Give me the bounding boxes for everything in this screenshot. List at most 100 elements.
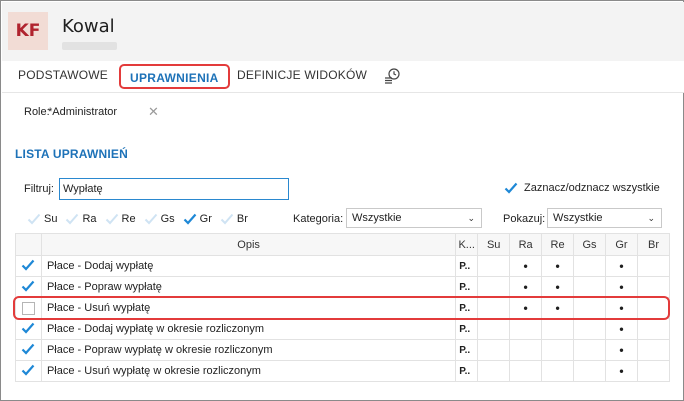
row-k: P..: [455, 276, 479, 298]
cell-ra: [509, 360, 543, 382]
checkmark-icon: [66, 213, 79, 225]
perm-toggle-gr[interactable]: Gr: [183, 212, 212, 226]
row-checkbox[interactable]: [15, 297, 42, 319]
cell-su: [477, 318, 511, 340]
user-name: Kowal: [62, 16, 115, 37]
user-subtitle-placeholder: [62, 42, 117, 50]
cell-re: [541, 360, 575, 382]
checkmark-icon: [105, 213, 118, 225]
avatar: KF: [8, 12, 48, 50]
show-value: Wszystkie: [553, 212, 603, 224]
checkmark-icon: [22, 343, 35, 355]
table-header: Opis K... Su Ra Re Gs Gr Br: [15, 233, 671, 256]
header-opis[interactable]: Opis: [40, 233, 457, 256]
category-select[interactable]: Wszystkie ⌄: [346, 208, 482, 228]
perm-toggle-br[interactable]: Br: [220, 212, 248, 226]
cell-ra: [509, 339, 543, 361]
cell-re: [541, 318, 575, 340]
cell-br: [636, 318, 671, 340]
cell-gs: [573, 255, 607, 277]
table-row[interactable]: Płace - Dodaj wypłatę w okresie rozliczo…: [15, 318, 671, 340]
table-row[interactable]: Płace - Dodaj wypłatę P.. • • •: [15, 255, 671, 277]
perm-label: Br: [236, 213, 248, 225]
chevron-down-icon: ⌄: [647, 213, 655, 223]
perm-toggle-gs[interactable]: Gs: [144, 212, 175, 226]
table-row[interactable]: Płace - Usuń wypłatę P.. • • •: [15, 297, 671, 319]
perm-label: Ra: [82, 213, 97, 225]
header-re[interactable]: Re: [541, 233, 575, 256]
cell-gr: •: [605, 255, 638, 277]
header-su[interactable]: Su: [477, 233, 511, 256]
cell-ra: •: [509, 255, 543, 277]
header-gs[interactable]: Gs: [573, 233, 607, 256]
row-description: Płace - Usuń wypłatę w okresie rozliczon…: [40, 360, 457, 382]
show-label: Pokazuj:: [503, 213, 546, 225]
checkmark-icon: [220, 213, 234, 225]
table-row[interactable]: Płace - Usuń wypłatę w okresie rozliczon…: [15, 360, 671, 382]
cell-ra: •: [509, 297, 543, 319]
row-k: P..: [455, 297, 479, 319]
category-label: Kategoria:: [293, 213, 344, 225]
checkmark-icon: [504, 182, 518, 194]
header-checkbox-col: [15, 233, 42, 256]
tab-podstawowe[interactable]: PODSTAWOWE: [18, 68, 108, 82]
window: KF Kowal PODSTAWOWE UPRAWNIENIA DEFINICJ…: [0, 0, 684, 401]
permission-toggles: Su Ra Re Gs Gr Br: [27, 210, 256, 228]
header-gr[interactable]: Gr: [605, 233, 638, 256]
history-icon[interactable]: [383, 67, 401, 85]
cell-br: [636, 297, 671, 319]
check-all-label: Zaznacz/odznacz wszystkie: [524, 182, 660, 194]
tab-definicje-widokow[interactable]: DEFINICJE WIDOKÓW: [237, 68, 367, 82]
checkmark-icon: [22, 364, 35, 376]
category-value: Wszystkie: [352, 212, 402, 224]
row-checkbox[interactable]: [15, 339, 42, 361]
perm-toggle-su[interactable]: Su: [27, 212, 57, 226]
cell-gs: [573, 339, 607, 361]
cell-su: [477, 276, 511, 298]
tab-uprawnienia[interactable]: UPRAWNIENIA: [119, 64, 230, 89]
checkmark-icon: [27, 213, 41, 225]
header-ra[interactable]: Ra: [509, 233, 543, 256]
section-title: LISTA UPRAWNIEŃ: [15, 147, 128, 161]
row-checkbox[interactable]: [15, 318, 42, 340]
cell-gr: •: [605, 360, 638, 382]
remove-role-icon[interactable]: ✕: [148, 104, 159, 120]
cell-gs: [573, 297, 607, 319]
table-row[interactable]: Płace - Popraw wypłatę P.. • • •: [15, 276, 671, 298]
cell-re: •: [541, 297, 575, 319]
cell-su: [477, 339, 511, 361]
cell-su: [477, 297, 511, 319]
row-k: P..: [455, 339, 479, 361]
perm-label: Su: [44, 213, 58, 225]
cell-ra: •: [509, 276, 543, 298]
perm-toggle-ra[interactable]: Ra: [65, 212, 97, 226]
row-checkbox[interactable]: [15, 360, 42, 382]
row-k: P..: [455, 360, 479, 382]
header-k[interactable]: K...: [455, 233, 479, 256]
table-row[interactable]: Płace - Popraw wypłatę w okresie rozlicz…: [15, 339, 671, 361]
row-k: P..: [455, 255, 479, 277]
role-label: Role:: [24, 106, 50, 118]
perm-label: Gs: [160, 213, 175, 225]
cell-gs: [573, 360, 607, 382]
check-all-toggle[interactable]: Zaznacz/odznacz wszystkie: [504, 181, 660, 195]
perm-toggle-re[interactable]: Re: [105, 212, 136, 226]
cell-gs: [573, 276, 607, 298]
show-select[interactable]: Wszystkie ⌄: [547, 208, 662, 228]
filter-input[interactable]: [59, 178, 289, 200]
checkmark-icon: [144, 213, 157, 225]
row-checkbox[interactable]: [15, 255, 42, 277]
cell-gr: •: [605, 276, 638, 298]
cell-gr: •: [605, 339, 638, 361]
row-checkbox[interactable]: [15, 276, 42, 298]
cell-br: [636, 276, 671, 298]
cell-gr: •: [605, 297, 638, 319]
cell-br: [636, 339, 671, 361]
filter-label: Filtruj:: [24, 183, 54, 195]
checkmark-icon: [22, 280, 35, 292]
row-description: Płace - Dodaj wypłatę w okresie rozliczo…: [40, 318, 457, 340]
header-br[interactable]: Br: [636, 233, 671, 256]
perm-label: Re: [121, 213, 136, 225]
cell-ra: [509, 318, 543, 340]
checkmark-icon: [22, 259, 35, 271]
